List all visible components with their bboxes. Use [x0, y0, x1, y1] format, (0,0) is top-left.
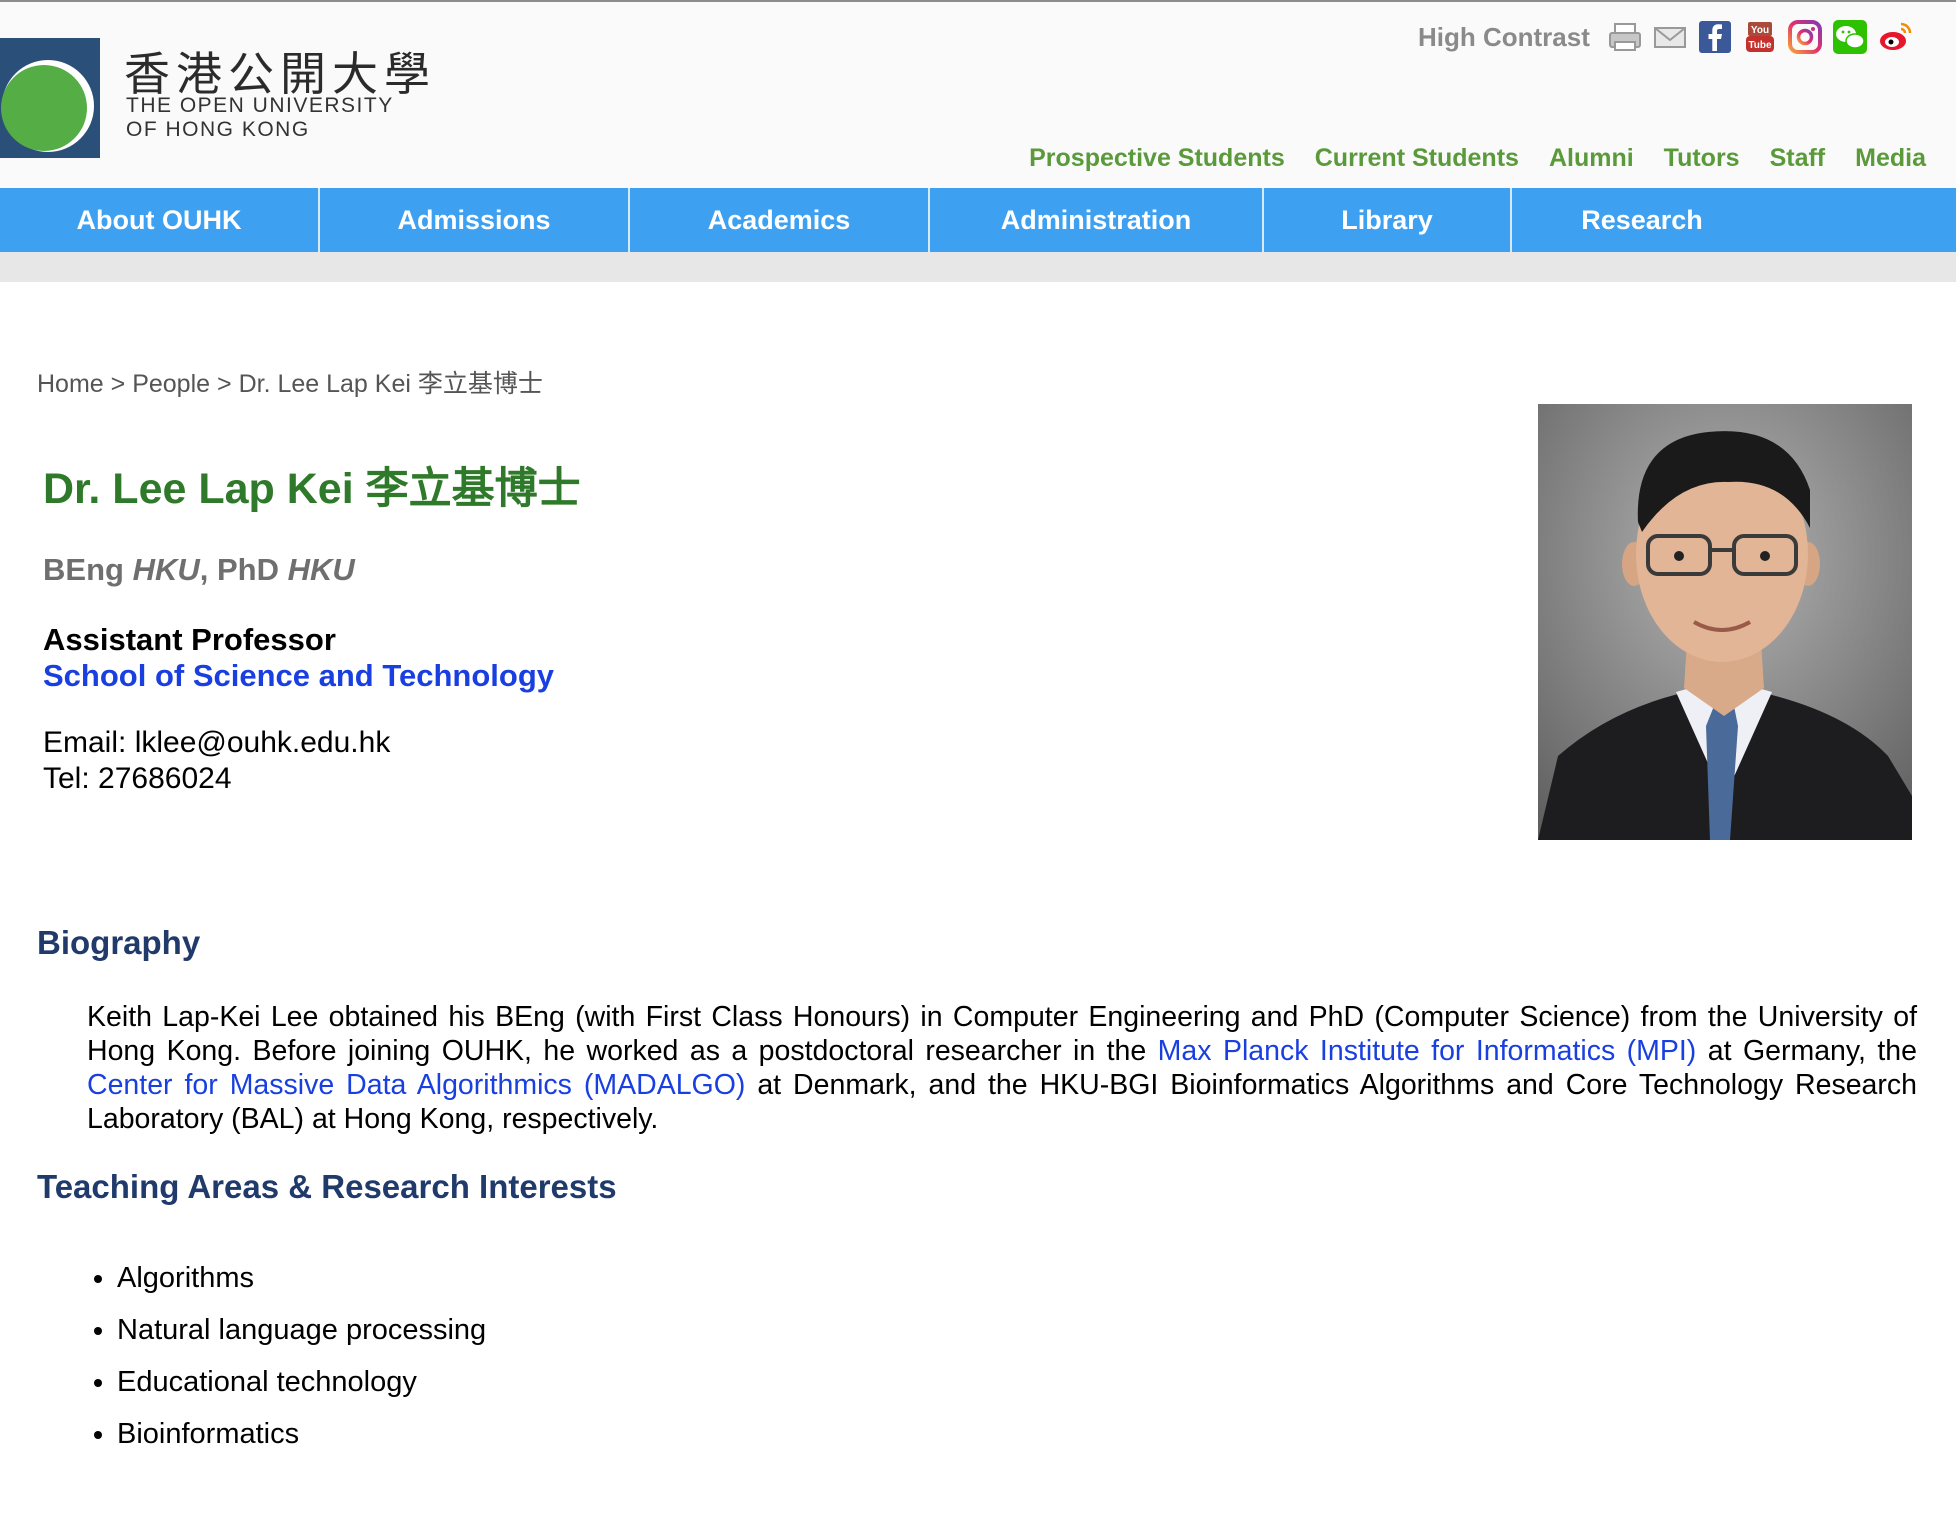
audience-link-staff[interactable]: Staff: [1770, 144, 1826, 173]
nav-item-library[interactable]: Library: [1264, 188, 1512, 252]
audience-links: Prospective Students Current Students Al…: [1029, 144, 1926, 173]
subnav-bar: [0, 252, 1956, 282]
audience-link-current-students[interactable]: Current Students: [1315, 144, 1519, 173]
interests-list: Algorithms Natural language processing E…: [82, 1252, 486, 1460]
mpi-link[interactable]: Max Planck Institute for Informatics (MP…: [1158, 1035, 1697, 1067]
youtube-icon[interactable]: You Tube: [1741, 18, 1779, 56]
printer-icon[interactable]: [1606, 18, 1644, 56]
audience-link-tutors[interactable]: Tutors: [1664, 144, 1740, 173]
biography-text-part2: at Germany, the: [1696, 1035, 1918, 1067]
mail-icon[interactable]: [1651, 18, 1689, 56]
tel-line: Tel: 27686024: [43, 762, 232, 796]
audience-link-media[interactable]: Media: [1855, 144, 1926, 173]
audience-link-prospective-students[interactable]: Prospective Students: [1029, 144, 1285, 173]
breadcrumb-separator: >: [217, 370, 232, 398]
main-navigation: About OUHK Admissions Academics Administ…: [0, 188, 1956, 252]
utility-icons: You Tube: [1606, 18, 1914, 56]
school-link[interactable]: School of Science and Technology: [43, 658, 554, 694]
list-item: Educational technology: [117, 1356, 486, 1408]
wechat-icon[interactable]: [1831, 18, 1869, 56]
high-contrast-toggle[interactable]: High Contrast: [1418, 22, 1590, 53]
breadcrumb-people[interactable]: People: [132, 370, 210, 398]
svg-text:Tube: Tube: [1748, 40, 1772, 51]
breadcrumb: Home > People > Dr. Lee Lap Kei 李立基博士: [37, 364, 543, 400]
degree-beng-institution: HKU: [132, 552, 200, 587]
list-item: Natural language processing: [117, 1304, 486, 1356]
email-address[interactable]: lklee@ouhk.edu.hk: [135, 726, 391, 759]
university-logo[interactable]: 香港公開大學 THE OPEN UNIVERSITY OF HONG KONG: [0, 38, 430, 158]
nav-item-admissions[interactable]: Admissions: [320, 188, 630, 252]
biography-text: Keith Lap-Kei Lee obtained his BEng (wit…: [87, 1000, 1917, 1136]
ouhk-logo-mark: [0, 38, 100, 158]
nav-item-research[interactable]: Research: [1512, 188, 1772, 252]
breadcrumb-separator: >: [110, 370, 126, 398]
madalgo-link[interactable]: Center for Massive Data Algorithmics (MA…: [87, 1069, 745, 1101]
site-header: 香港公開大學 THE OPEN UNIVERSITY OF HONG KONG …: [0, 2, 1956, 188]
degree-phd-institution: HKU: [287, 552, 355, 587]
breadcrumb-home[interactable]: Home: [37, 370, 104, 398]
nav-item-about-ouhk[interactable]: About OUHK: [0, 188, 320, 252]
job-title: Assistant Professor: [43, 622, 336, 657]
email-label: Email:: [43, 726, 127, 759]
tel-label: Tel:: [43, 762, 90, 795]
degree-phd: PhD: [216, 552, 279, 587]
audience-link-alumni[interactable]: Alumni: [1549, 144, 1634, 173]
nav-item-administration[interactable]: Administration: [930, 188, 1264, 252]
biography-heading: Biography: [37, 924, 201, 961]
svg-text:You: You: [1751, 25, 1769, 36]
logo-english-line2: OF HONG KONG: [126, 118, 310, 141]
breadcrumb-current: Dr. Lee Lap Kei 李立基博士: [238, 370, 543, 398]
page-title: Dr. Lee Lap Kei 李立基博士: [43, 465, 581, 513]
list-item: Bioinformatics: [117, 1408, 486, 1460]
list-item: Algorithms: [117, 1252, 486, 1304]
nav-item-academics[interactable]: Academics: [630, 188, 930, 252]
profile-photo: [1538, 404, 1912, 840]
degree-beng: BEng: [43, 552, 124, 587]
instagram-icon[interactable]: [1786, 18, 1824, 56]
tel-number: 27686024: [98, 762, 232, 795]
facebook-icon[interactable]: [1696, 18, 1734, 56]
teaching-interests-heading: Teaching Areas & Research Interests: [37, 1168, 617, 1205]
degrees: BEng HKU, PhD HKU: [43, 552, 355, 587]
logo-english-line1: THE OPEN UNIVERSITY: [126, 94, 394, 117]
email-line: Email: lklee@ouhk.edu.hk: [43, 726, 390, 760]
weibo-icon[interactable]: [1876, 18, 1914, 56]
